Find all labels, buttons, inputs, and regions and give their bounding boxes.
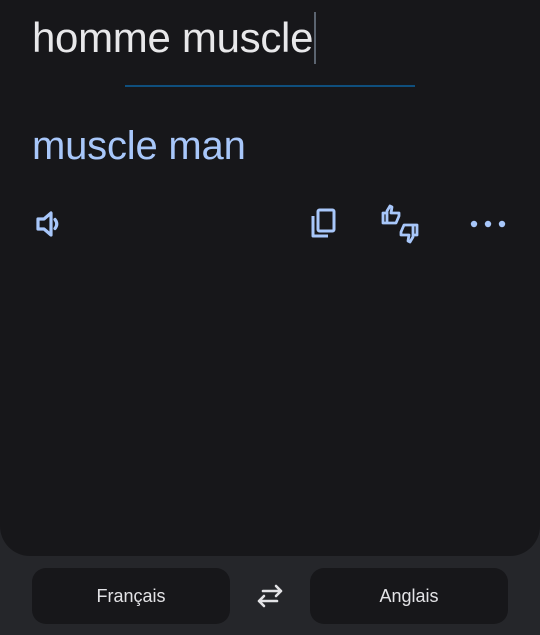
feedback-button[interactable] — [378, 202, 422, 246]
more-horizontal-icon — [470, 220, 506, 228]
translate-screen: homme muscle muscle man Français Anglais — [0, 0, 540, 635]
source-text-value: homme muscle — [32, 14, 314, 61]
source-text-input[interactable]: homme muscle — [32, 12, 317, 64]
target-language-label: Anglais — [379, 585, 439, 606]
swap-arrows-icon — [257, 584, 283, 608]
swap-languages-button[interactable] — [252, 580, 288, 612]
copy-icon — [311, 208, 336, 238]
more-options-button[interactable] — [466, 210, 510, 238]
translated-text: muscle man — [32, 124, 246, 168]
source-language-label: Français — [96, 585, 166, 606]
copy-button[interactable] — [303, 204, 343, 244]
section-divider — [125, 85, 415, 87]
thumbs-up-down-icon — [381, 204, 419, 244]
listen-button[interactable] — [30, 206, 70, 242]
source-language-button[interactable]: Français — [32, 568, 230, 624]
target-language-button[interactable]: Anglais — [310, 568, 508, 624]
translation-card: homme muscle muscle man — [0, 0, 540, 556]
text-cursor — [314, 12, 317, 64]
speaker-icon — [36, 211, 59, 237]
